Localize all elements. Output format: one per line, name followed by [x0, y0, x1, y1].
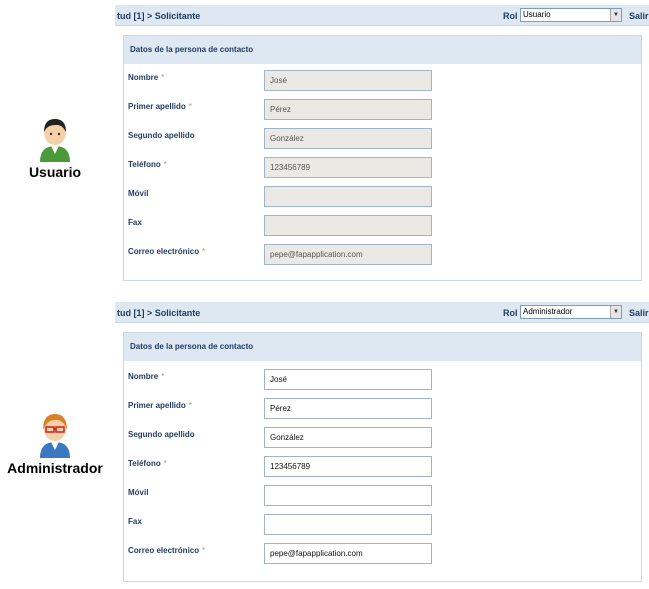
required-marker: *	[202, 247, 206, 256]
fax-field[interactable]	[264, 514, 432, 535]
nombre-field: José	[264, 70, 432, 91]
field-label: Correo electrónico	[128, 546, 200, 555]
field-label: Teléfono	[128, 160, 161, 169]
telefono-field: 123456789	[264, 157, 432, 178]
field-label: Móvil	[128, 189, 149, 198]
required-marker: *	[188, 102, 192, 111]
field-row-movil: Móvil	[124, 186, 641, 215]
topbar: tud [1] > Solicitante Rol Usuario ▼ Sali…	[115, 5, 649, 26]
field-row-nombre: Nombre * José	[124, 369, 641, 398]
field-label: Primer apellido	[128, 102, 186, 111]
required-marker: *	[161, 372, 165, 381]
correo-field[interactable]: pepe@fapapplication.com	[264, 543, 432, 564]
fax-field	[264, 215, 432, 236]
field-label: Nombre	[128, 73, 159, 82]
panel-usuario: tud [1] > Solicitante Rol Usuario ▼ Sali…	[115, 5, 649, 285]
required-marker: *	[188, 401, 192, 410]
avatar-caption: Administrador	[7, 460, 103, 476]
form-fields: Nombre * José Primer apellido * Pérez Segu…	[124, 64, 641, 273]
primer-apellido-field[interactable]: Pérez	[264, 398, 432, 419]
field-row-segundo-apellido: Segundo apellido González	[124, 427, 641, 456]
field-label: Nombre	[128, 372, 159, 381]
panel-administrador: tud [1] > Solicitante Rol Administrador …	[115, 302, 649, 589]
rol-label: Rol	[503, 11, 518, 21]
field-row-fax: Fax	[124, 215, 641, 244]
field-row-fax: Fax	[124, 514, 641, 543]
field-row-telefono: Teléfono * 123456789	[124, 456, 641, 485]
field-row-primer-apellido: Primer apellido * Pérez	[124, 398, 641, 427]
rol-label: Rol	[503, 308, 518, 318]
required-marker: *	[163, 160, 167, 169]
field-row-movil: Móvil	[124, 485, 641, 514]
field-row-correo: Correo electrónico * pepe@fapapplication.…	[124, 543, 641, 572]
nombre-field[interactable]: José	[264, 369, 432, 390]
topbar: tud [1] > Solicitante Rol Administrador …	[115, 302, 649, 323]
chevron-down-icon[interactable]: ▼	[610, 9, 621, 21]
salir-link[interactable]: Salir	[629, 11, 649, 21]
field-row-segundo-apellido: Segundo apellido González	[124, 128, 641, 157]
breadcrumb[interactable]: tud [1] > Solicitante	[117, 308, 200, 318]
field-label: Segundo apellido	[128, 131, 195, 140]
avatar-administrador: Administrador	[0, 410, 110, 476]
segundo-apellido-field: González	[264, 128, 432, 149]
breadcrumb[interactable]: tud [1] > Solicitante	[117, 11, 200, 21]
telefono-field[interactable]: 123456789	[264, 456, 432, 477]
user-avatar-icon	[40, 119, 70, 162]
field-row-telefono: Teléfono * 123456789	[124, 157, 641, 186]
field-row-primer-apellido: Primer apellido * Pérez	[124, 99, 641, 128]
rol-selected-value: Usuario	[523, 10, 551, 19]
form-title: Datos de la persona de contacto	[124, 36, 641, 64]
field-row-nombre: Nombre * José	[124, 70, 641, 99]
field-label: Fax	[128, 218, 142, 227]
segundo-apellido-field[interactable]: González	[264, 427, 432, 448]
avatar-caption: Usuario	[28, 164, 82, 180]
rol-select[interactable]: Administrador ▼	[520, 305, 622, 319]
salir-link[interactable]: Salir	[629, 308, 649, 318]
contact-form: Datos de la persona de contacto Nombre * …	[123, 332, 642, 582]
avatar-usuario: Usuario	[0, 114, 110, 180]
field-label: Teléfono	[128, 459, 161, 468]
chevron-down-icon[interactable]: ▼	[610, 306, 621, 318]
form-fields: Nombre * José Primer apellido * Pérez Segu…	[124, 361, 641, 572]
required-marker: *	[161, 73, 165, 82]
field-label: Primer apellido	[128, 401, 186, 410]
movil-field[interactable]	[264, 485, 432, 506]
field-label: Fax	[128, 517, 142, 526]
required-marker: *	[163, 459, 167, 468]
movil-field	[264, 186, 432, 207]
field-row-correo: Correo electrónico * pepe@fapapplication.…	[124, 244, 641, 273]
field-label: Móvil	[128, 488, 149, 497]
required-marker: *	[202, 546, 206, 555]
correo-field: pepe@fapapplication.com	[264, 244, 432, 265]
primer-apellido-field: Pérez	[264, 99, 432, 120]
field-label: Correo electrónico	[128, 247, 200, 256]
form-title: Datos de la persona de contacto	[124, 333, 641, 361]
admin-avatar-icon	[40, 414, 70, 458]
rol-selected-value: Administrador	[523, 307, 573, 316]
contact-form: Datos de la persona de contacto Nombre * …	[123, 35, 642, 281]
rol-select[interactable]: Usuario ▼	[520, 8, 622, 22]
field-label: Segundo apellido	[128, 430, 195, 439]
